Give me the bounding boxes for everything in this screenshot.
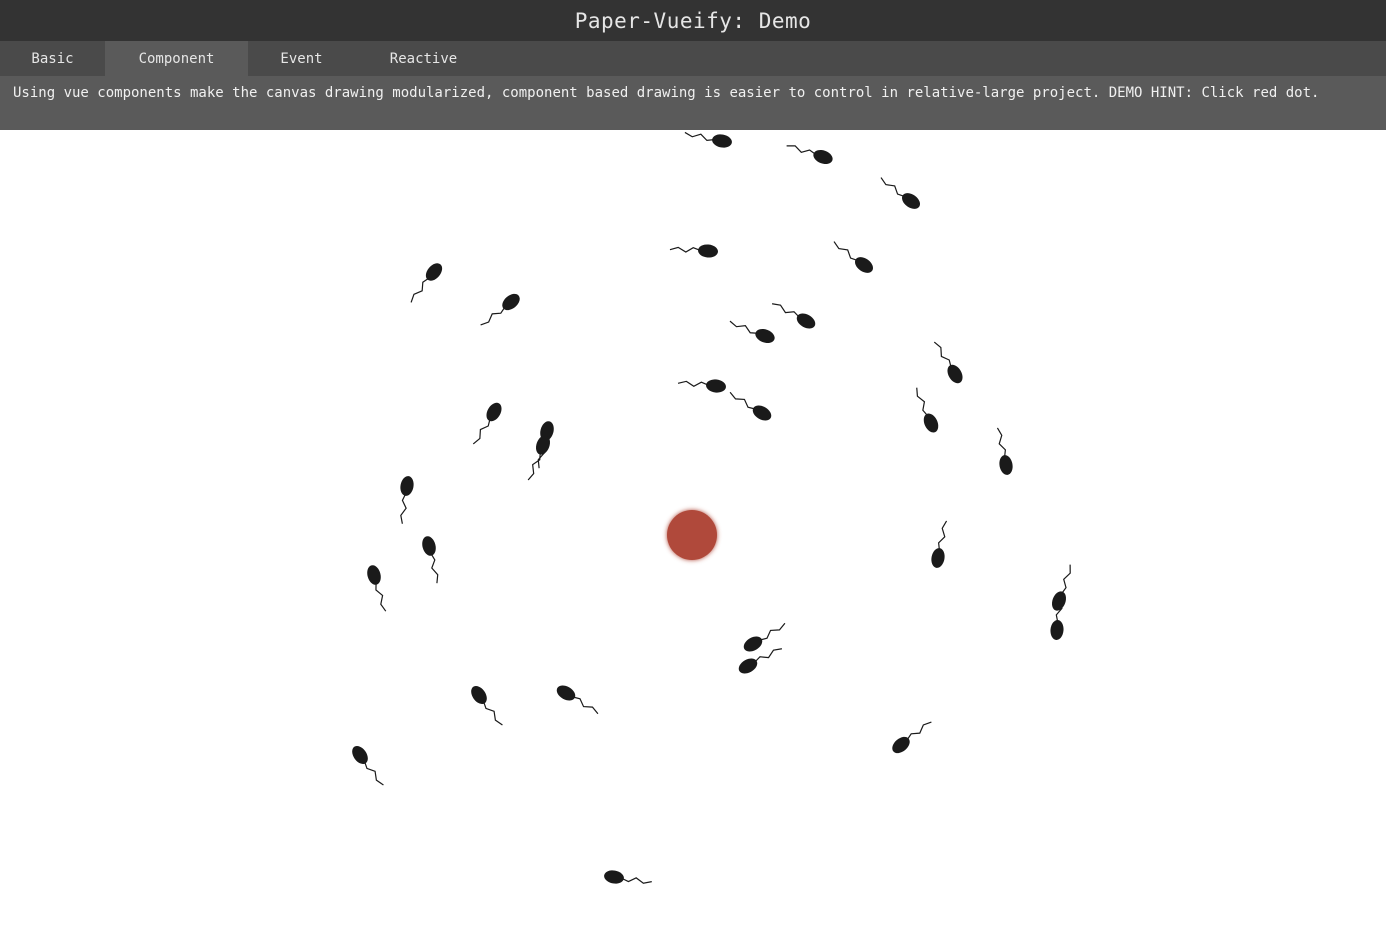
swimmer-tail xyxy=(771,303,800,318)
swimmer-tail xyxy=(1061,564,1071,594)
swimmer-head xyxy=(901,193,921,209)
swimmer xyxy=(677,379,726,393)
swimmer-head xyxy=(752,405,772,421)
swimmer-head xyxy=(1050,620,1064,640)
swimmer-head xyxy=(352,745,368,765)
swimmer-tail xyxy=(669,246,701,253)
demo-hint-bar: Using vue components make the canvas dra… xyxy=(0,76,1386,130)
swimmer xyxy=(729,391,772,421)
swimmer xyxy=(743,622,786,652)
swimmer xyxy=(471,685,503,726)
swimmer xyxy=(771,303,816,329)
swimmer-tail xyxy=(833,241,858,261)
swimmer xyxy=(472,402,502,445)
swimmer-head xyxy=(796,313,816,329)
tab-basic[interactable]: Basic xyxy=(0,41,105,76)
swimmer-tail xyxy=(906,721,932,741)
swimmer-head xyxy=(738,658,758,674)
swimmer-tail xyxy=(759,622,786,641)
swimmer-tail xyxy=(430,553,439,584)
swimmer xyxy=(833,241,874,273)
swimmer-tail xyxy=(621,877,652,884)
swimmer xyxy=(933,341,963,384)
swimmer xyxy=(604,870,652,884)
swimmer-head xyxy=(743,636,763,652)
swimmer-head xyxy=(923,413,939,433)
swimmer-head xyxy=(947,364,963,384)
swimmer xyxy=(931,520,948,568)
swimmer-head xyxy=(604,870,624,884)
swimmer-tail xyxy=(684,131,715,141)
swimmer xyxy=(400,476,414,524)
swimmer-tail xyxy=(527,452,541,481)
tab-component-label: Component xyxy=(138,50,215,67)
swimmer-tail xyxy=(786,145,816,155)
swimmer xyxy=(480,293,520,326)
app-title: Paper-Vueify: Demo xyxy=(574,8,812,33)
swimmer xyxy=(352,745,384,786)
tab-component[interactable]: Component xyxy=(105,41,248,76)
swimmer xyxy=(410,263,443,303)
swimmer xyxy=(556,685,599,715)
swimmer-tail xyxy=(480,306,506,326)
swimmer-tail xyxy=(729,391,756,410)
swimmer-head xyxy=(854,257,874,273)
swimmer-head xyxy=(712,134,732,148)
swimmer-tail xyxy=(938,520,948,551)
swimmer-head xyxy=(755,328,775,344)
swimmer xyxy=(684,131,732,148)
swimmer-tail xyxy=(472,418,491,445)
swimmer xyxy=(786,145,833,165)
tab-event[interactable]: Event xyxy=(248,41,355,76)
swimmer-head xyxy=(400,476,414,496)
swimmer-tail xyxy=(400,493,407,524)
red-dot-button[interactable] xyxy=(667,510,717,560)
swimmer-tail xyxy=(375,582,387,612)
swimmer-tail xyxy=(933,341,952,368)
tab-bar: Basic Component Event Reactive xyxy=(0,41,1386,76)
swimmer xyxy=(669,244,718,258)
swimmer-tail xyxy=(572,696,599,715)
swimmer xyxy=(996,427,1013,475)
swimmer-head xyxy=(367,565,381,585)
swimmer-head xyxy=(422,536,436,556)
swimmer-tail xyxy=(677,380,709,387)
demo-hint-text: Using vue components make the canvas dra… xyxy=(13,85,1320,101)
swimmer-head xyxy=(698,244,718,258)
swimmer-head xyxy=(931,548,945,568)
swimmer xyxy=(729,320,775,344)
app-title-bar: Paper-Vueify: Demo xyxy=(0,0,1386,41)
swimmer-tail xyxy=(729,320,758,334)
tab-reactive-label: Reactive xyxy=(389,50,458,67)
swimmer-layer xyxy=(352,131,1071,884)
swimmer-tail xyxy=(364,761,384,786)
tab-reactive[interactable]: Reactive xyxy=(355,41,492,76)
swimmer-head xyxy=(706,379,726,393)
swimmer-tail xyxy=(483,701,503,726)
swimmer xyxy=(367,565,387,612)
swimmer xyxy=(880,177,921,209)
swimmer xyxy=(916,387,939,433)
swimmer-head xyxy=(471,685,487,705)
swimmer-head xyxy=(556,685,576,701)
swimmer-tail xyxy=(410,277,430,303)
swimmer xyxy=(1051,564,1071,611)
swimmer xyxy=(527,435,551,481)
tab-event-label: Event xyxy=(280,50,323,67)
drawing-canvas[interactable] xyxy=(0,130,1386,942)
swimmer xyxy=(422,536,439,584)
swimmer-tail xyxy=(916,387,929,417)
swimmer xyxy=(738,648,783,674)
swimmer-tail xyxy=(880,177,905,197)
swimmer-tail xyxy=(996,427,1006,458)
swimmer-head xyxy=(486,402,502,422)
swimmer-head xyxy=(813,149,833,165)
swimmer-head xyxy=(999,455,1013,475)
tab-basic-label: Basic xyxy=(31,50,74,67)
swimmer xyxy=(892,721,932,754)
